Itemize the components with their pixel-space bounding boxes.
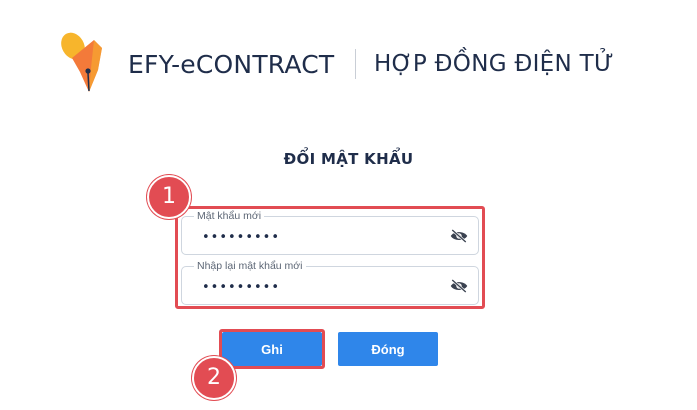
eye-slash-icon[interactable]: [450, 229, 468, 243]
pen-nib-logo-icon: [61, 32, 102, 92]
step-badge-2: 2: [192, 356, 236, 400]
confirm-password-field[interactable]: Nhập lại mật khẩu mới: [181, 260, 479, 305]
step-badge-1: 1: [147, 175, 191, 219]
save-button[interactable]: Ghi: [222, 332, 322, 366]
confirm-password-label: Nhập lại mật khẩu mới: [194, 260, 306, 272]
close-button[interactable]: Đóng: [338, 332, 438, 366]
confirm-password-input[interactable]: [202, 279, 422, 295]
brand-subtitle: HỢP ĐỒNG ĐIỆN TỬ: [374, 51, 614, 77]
header-divider: [355, 49, 356, 79]
brand-name: EFY-eCONTRACT: [128, 50, 335, 79]
new-password-field[interactable]: Mật khẩu mới: [181, 210, 479, 255]
new-password-label: Mật khẩu mới: [194, 210, 265, 222]
eye-slash-icon[interactable]: [450, 279, 468, 293]
new-password-input[interactable]: [202, 229, 422, 245]
page-title: ĐỔI MẬT KHẨU: [283, 150, 414, 168]
